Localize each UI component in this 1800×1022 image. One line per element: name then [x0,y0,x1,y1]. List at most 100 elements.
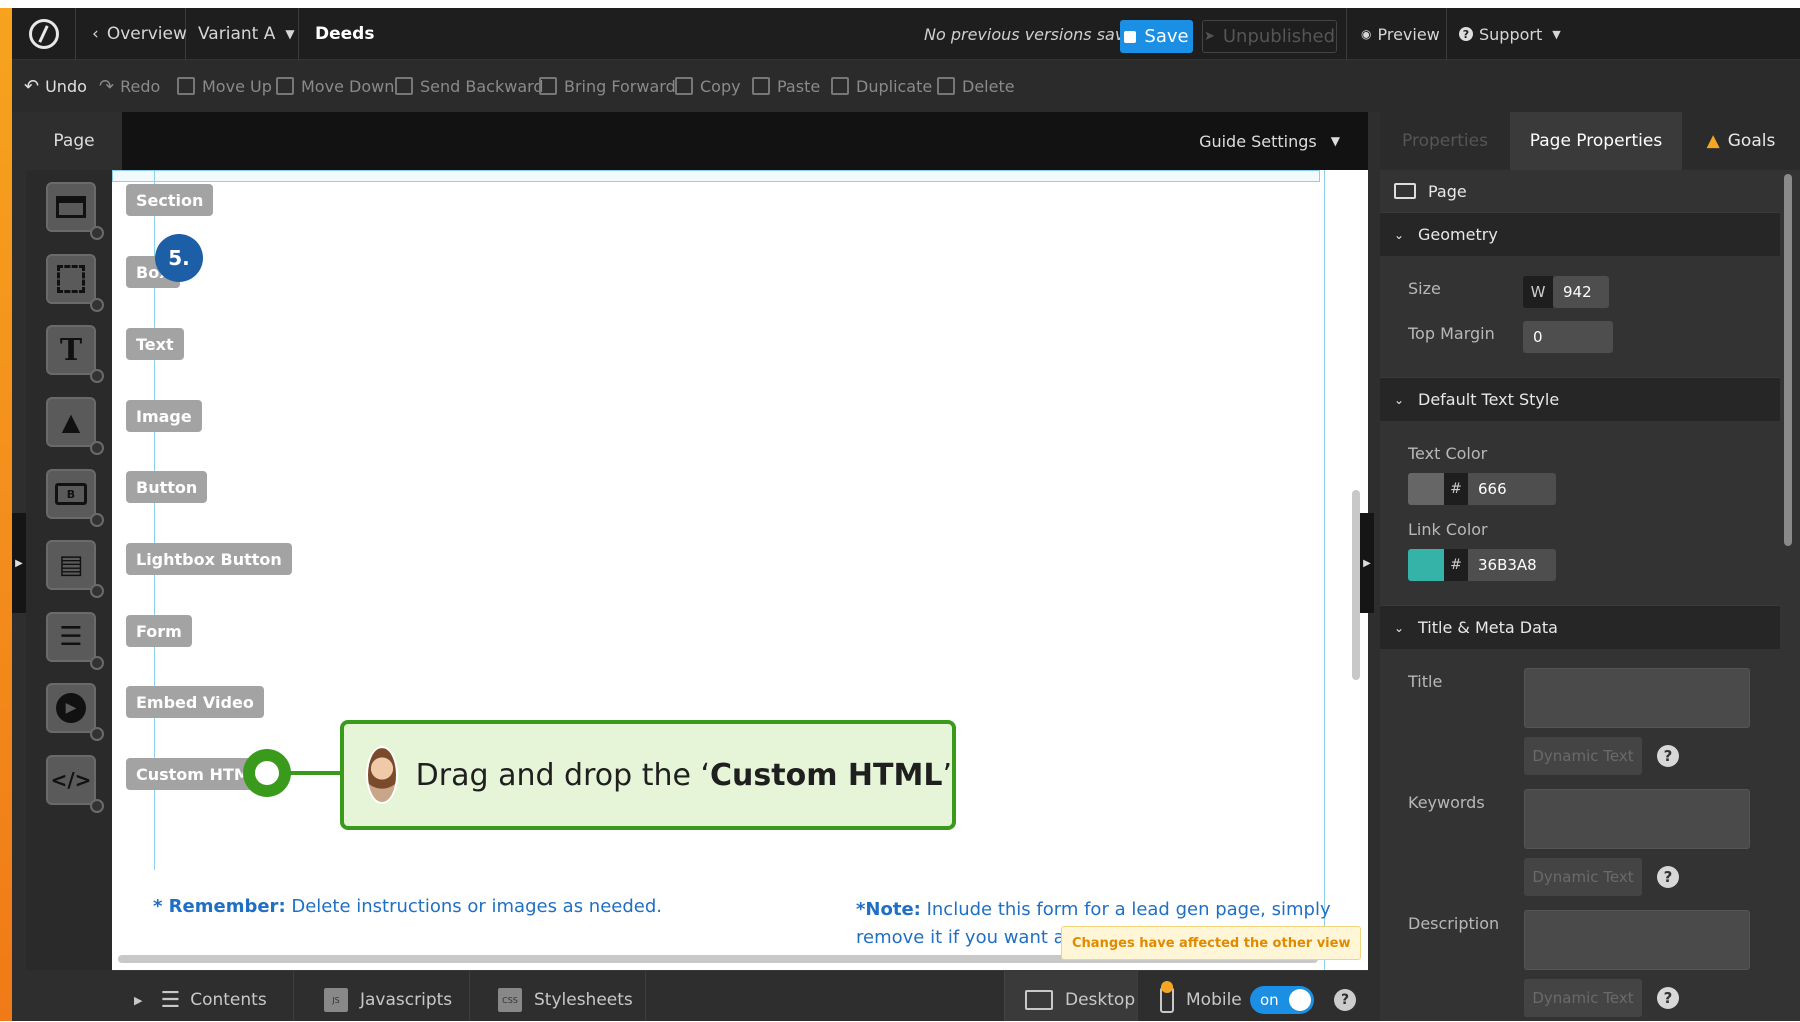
help-icon[interactable]: ? [1657,866,1679,888]
form-label[interactable]: Form [126,615,192,647]
page-canvas[interactable] [112,170,1368,970]
link-color-swatch[interactable] [1408,549,1444,581]
logo-icon [28,19,59,49]
eye-icon: ◉ [1361,27,1372,41]
avatar [366,746,398,804]
keywords-dynamic-text-button[interactable]: Dynamic Text [1524,858,1642,896]
trash-icon [937,77,955,95]
page-tab[interactable]: Page [26,112,122,170]
guide-settings-dropdown[interactable]: Guide Settings ▼ [1199,112,1340,170]
play-icon: ▶ [56,693,86,723]
preview-link[interactable]: ◉ Preview [1346,8,1446,60]
text-label[interactable]: Text [126,328,184,360]
keywords-textarea[interactable] [1524,789,1750,849]
bottom-bar: ▶ ☰ Contents JS Javascripts CSS Styleshe… [112,970,1368,1021]
panel-scrollbar[interactable] [1784,174,1792,546]
help-icon[interactable]: ? [1657,987,1679,1009]
image-label[interactable]: Image [126,400,202,432]
image-tool[interactable]: ▲ [46,397,104,455]
left-accent-strip [0,8,12,1021]
button-label[interactable]: Button [126,471,208,503]
top-bar: ‹ Overview Variant A ▼ Deeds No previous… [12,8,1800,60]
geometry-header[interactable]: ⌄ Geometry [1380,212,1780,256]
play-right-icon: ▶ [134,993,143,1007]
box-tool[interactable] [46,254,104,312]
undo-button[interactable]: ↶ Undo [24,60,87,112]
mobile-toggle[interactable]: on [1250,986,1314,1014]
send-icon: ➤ [1203,29,1215,44]
variant-dropdown[interactable]: Variant A ▼ [186,8,299,60]
default-text-style-header[interactable]: ⌄ Default Text Style [1380,377,1780,421]
title-dynamic-text-button[interactable]: Dynamic Text [1524,737,1642,775]
text-color-swatch[interactable] [1408,473,1444,505]
redo-icon: ↷ [99,75,115,97]
bring-forward-button[interactable]: Bring Forward [539,60,676,112]
section-icon [56,196,86,218]
link-color-label: Link Color [1408,520,1488,539]
title-meta-header[interactable]: ⌄ Title & Meta Data [1380,605,1780,649]
text-color-input[interactable]: 666 [1468,473,1556,505]
logo-button[interactable] [12,8,76,60]
editor-frame: ‹ Overview Variant A ▼ Deeds No previous… [0,8,1800,1021]
unpublished-button[interactable]: ➤ Unpublished [1202,20,1337,53]
tab-properties[interactable]: Properties [1380,112,1510,170]
size-width-input[interactable]: 942 [1553,276,1609,308]
callout-text: Drag and drop the ‘Custom HTML’ [415,757,952,793]
mobile-view-button[interactable]: Mobile [1138,971,1252,1021]
section-label[interactable]: Section [126,184,214,216]
chevron-down-icon: ⌄ [1394,392,1405,407]
form-icon: ☰ [59,622,83,652]
description-label: Description [1408,914,1500,933]
bring-forward-icon [539,77,557,95]
form-tool[interactable]: ☰ [46,612,104,670]
text-tool[interactable]: T [46,325,104,383]
contents-button[interactable]: ▶ ☰ Contents [112,971,294,1021]
canvas-scrollbar-v[interactable] [1352,490,1360,680]
left-collapse-handle[interactable]: ▶ [12,513,26,613]
title-label: Title [1408,672,1443,691]
send-backward-icon [395,77,413,95]
desktop-view-button[interactable]: Desktop [1004,971,1138,1021]
button-tool[interactable]: B [46,469,104,527]
top-margin-input[interactable]: 0 [1523,321,1613,353]
embed-video-label[interactable]: Embed Video [126,686,264,718]
callout-anchor [243,749,291,797]
page-name: Deeds [315,24,375,44]
help-icon[interactable]: ? [1657,745,1679,767]
save-button[interactable]: Save [1120,20,1193,53]
chevron-down-icon: ⌄ [1394,227,1405,242]
undo-icon: ↶ [24,75,40,97]
overview-link[interactable]: ‹ Overview [76,8,187,60]
title-textarea[interactable] [1524,668,1750,728]
video-tool[interactable]: ▶ [46,683,104,741]
move-down-button[interactable]: Move Down [276,60,394,112]
custom-html-tool[interactable]: </> [46,755,104,813]
delete-button[interactable]: Delete [937,60,1015,112]
description-textarea[interactable] [1524,910,1750,970]
tab-page-properties[interactable]: Page Properties [1510,112,1682,170]
stylesheets-button[interactable]: CSS Stylesheets [470,971,646,1021]
description-dynamic-text-button[interactable]: Dynamic Text [1524,979,1642,1017]
duplicate-button[interactable]: Duplicate [831,60,932,112]
sync-tooltip: Changes have affected the other view [1061,926,1362,960]
redo-button[interactable]: ↷ Redo [99,60,160,112]
section-tool[interactable] [46,182,104,240]
box-icon [57,265,85,293]
caret-down-icon: ▼ [285,27,295,41]
right-collapse-handle[interactable]: ▶ [1360,513,1374,613]
copy-button[interactable]: Copy [675,60,741,112]
paste-icon [752,77,770,95]
callout-connector [285,771,341,775]
tab-goals[interactable]: ▲ Goals [1682,112,1800,170]
lightbox-button-tool[interactable]: ▤ [46,540,104,598]
link-color-input[interactable]: 36B3A8 [1468,549,1556,581]
javascripts-button[interactable]: JS Javascripts [294,971,470,1021]
send-backward-button[interactable]: Send Backward [395,60,544,112]
edit-toolbar: ↶ Undo ↷ Redo Move Up Move Down Send Bac… [12,60,1800,112]
support-dropdown[interactable]: ? Support ▼ [1446,8,1566,60]
help-icon[interactable]: ? [1334,989,1356,1011]
link-color-hash: # [1444,549,1468,581]
paste-button[interactable]: Paste [752,60,820,112]
move-up-button[interactable]: Move Up [177,60,272,112]
lightbox-button-label[interactable]: Lightbox Button [126,543,292,575]
